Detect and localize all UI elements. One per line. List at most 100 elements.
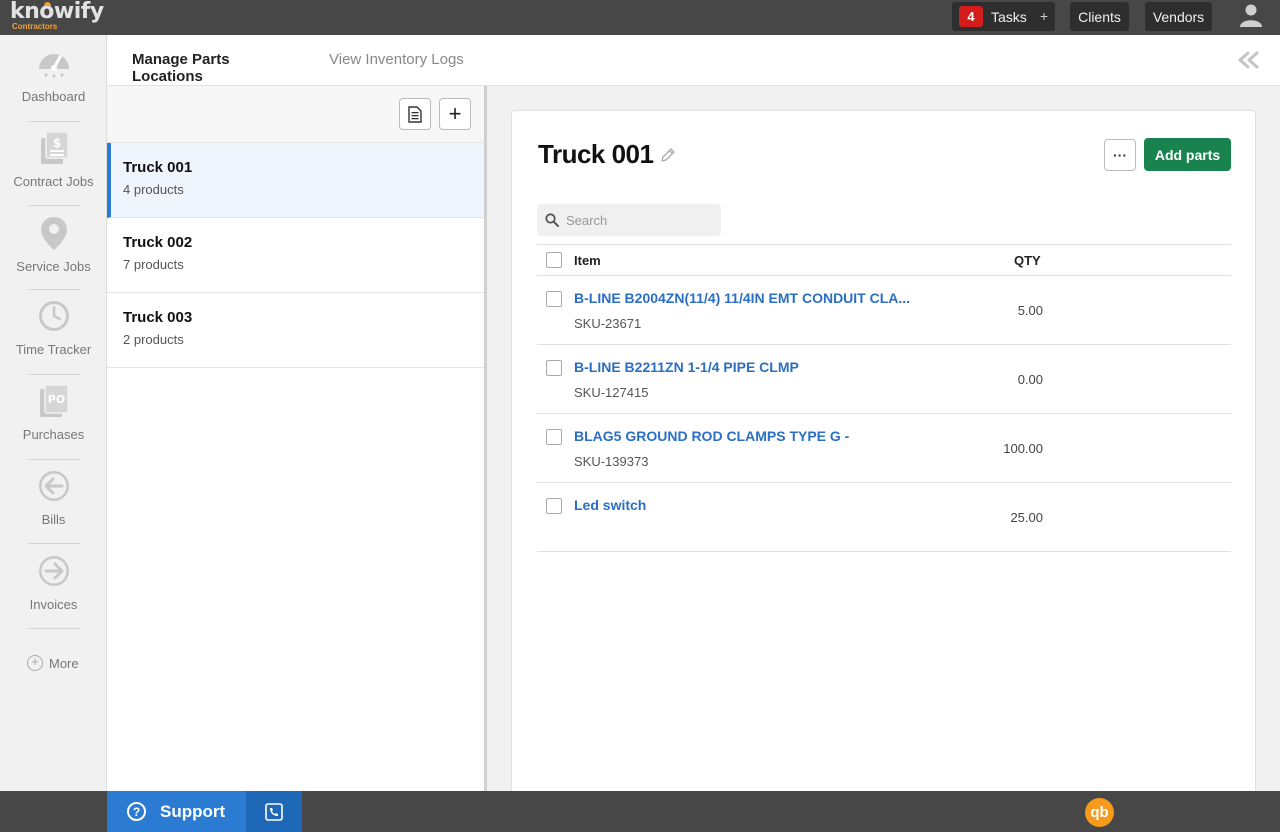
location-item-truck-001[interactable]: Truck 001 4 products — [107, 143, 484, 218]
item-sku: SKU-23671 — [574, 316, 642, 331]
nav-label-dashboard: Dashboard — [21, 89, 86, 104]
nav-label-purchases: Purchases — [22, 427, 85, 442]
nav-more[interactable]: + More — [27, 655, 79, 671]
tasks-button[interactable]: 4 Tasks + — [952, 2, 1055, 31]
table-row: B-LINE B2004ZN(11/4) 11/4IN EMT CONDUIT … — [537, 276, 1231, 345]
location-name: Truck 002 — [123, 234, 193, 251]
user-icon[interactable] — [1239, 3, 1263, 27]
nav-item-dashboard[interactable]: Dashboard — [0, 45, 107, 104]
location-item-truck-003[interactable]: Truck 003 2 products — [107, 293, 484, 368]
location-name: Truck 001 — [123, 159, 193, 176]
item-name-link[interactable]: B-LINE B2004ZN(11/4) 11/4IN EMT CONDUIT … — [574, 290, 910, 306]
phone-button[interactable] — [246, 791, 302, 832]
item-sku: SKU-139373 — [574, 454, 649, 469]
tasks-label: Tasks — [991, 8, 1027, 25]
nav-more-label: More — [49, 655, 79, 671]
support-label: Support — [160, 801, 226, 821]
parts-table: Item QTY B-LINE B2004ZN(11/4) 11/4IN EMT… — [537, 244, 1231, 552]
arrow-left-circle-icon — [38, 471, 69, 501]
add-parts-button[interactable]: Add parts — [1144, 138, 1231, 171]
clients-button[interactable]: Clients — [1070, 2, 1129, 31]
location-name: Truck 003 — [123, 309, 193, 326]
item-name-link[interactable]: BLAG5 GROUND ROD CLAMPS TYPE G - — [574, 428, 849, 444]
dashboard-icon — [38, 54, 69, 78]
item-name-link[interactable]: B-LINE B2211ZN 1-1/4 PIPE CLMP — [574, 359, 799, 375]
phone-icon — [265, 802, 283, 821]
add-location-button[interactable]: + — [439, 98, 471, 130]
nav-label-contract-jobs: Contract Jobs — [13, 174, 94, 189]
row-checkbox[interactable] — [546, 291, 562, 307]
locations-panel: + Truck 001 4 products Truck 002 7 produ… — [107, 86, 487, 791]
nav-item-contract-jobs[interactable]: $ Contract Jobs — [0, 130, 107, 189]
po-icon-text: PO — [47, 393, 64, 406]
nav-divider — [28, 459, 80, 460]
vendors-button[interactable]: Vendors — [1145, 2, 1212, 31]
table-row: BLAG5 GROUND ROD CLAMPS TYPE G - SKU-139… — [537, 414, 1231, 483]
pencil-icon[interactable] — [660, 147, 676, 163]
svg-text:$: $ — [52, 136, 60, 150]
nav-item-time-tracker[interactable]: Time Tracker — [0, 298, 107, 357]
locations-toolbar: + — [107, 86, 484, 143]
location-pin-icon — [40, 217, 67, 250]
export-button[interactable] — [399, 98, 431, 130]
column-header-qty: QTY — [1014, 253, 1041, 268]
item-sku: SKU-127415 — [574, 385, 649, 400]
table-row: Led switch 25.00 — [537, 483, 1231, 552]
po-icon: PO — [39, 384, 69, 417]
nav-label-service-jobs: Service Jobs — [16, 259, 91, 274]
support-button[interactable]: ? Support — [107, 791, 246, 832]
nav-divider — [28, 289, 80, 290]
nav-item-bills[interactable]: Bills — [0, 468, 107, 527]
nav-label-time-tracker: Time Tracker — [15, 342, 92, 357]
add-task-button[interactable]: + — [1040, 8, 1048, 24]
logo-text: knowify — [10, 0, 104, 24]
nav-item-purchases[interactable]: PO Purchases — [0, 383, 107, 442]
double-chevron-left-icon[interactable] — [1236, 51, 1260, 69]
location-detail-area: Truck 001 ··· Add parts Item QTY B-LINE … — [490, 86, 1280, 800]
row-checkbox[interactable] — [546, 498, 562, 514]
column-header-item: Item — [574, 253, 601, 268]
location-product-count: 2 products — [123, 332, 184, 347]
search-box — [537, 204, 721, 236]
question-circle-icon: ? — [127, 802, 146, 821]
clock-icon — [38, 301, 69, 331]
item-qty: 5.00 — [1017, 303, 1043, 318]
item-qty: 0.00 — [1017, 372, 1043, 387]
location-product-count: 7 products — [123, 257, 184, 272]
item-name-link[interactable]: Led switch — [574, 497, 646, 513]
nav-divider — [28, 374, 80, 375]
location-product-count: 4 products — [123, 182, 184, 197]
tasks-count-badge: 4 — [959, 6, 983, 27]
nav-divider — [28, 121, 80, 122]
item-qty: 100.00 — [1003, 441, 1043, 456]
plus-circle-icon: + — [27, 655, 43, 671]
select-all-checkbox[interactable] — [546, 252, 562, 268]
logo-sun-icon — [44, 2, 51, 6]
search-input[interactable] — [566, 212, 716, 228]
tab-view-inventory-logs[interactable]: View Inventory Logs — [329, 51, 464, 68]
knowify-logo[interactable]: knowify Contractors — [10, 1, 104, 31]
item-qty: 25.00 — [1010, 510, 1043, 525]
search-icon — [545, 213, 559, 227]
location-item-truck-002[interactable]: Truck 002 7 products — [107, 218, 484, 293]
left-nav: Dashboard $ Contract Jobs Service Jobs T… — [0, 35, 107, 791]
nav-divider — [28, 205, 80, 206]
nav-label-bills: Bills — [41, 512, 66, 527]
tab-bar: Manage Parts Locations View Inventory Lo… — [107, 35, 1280, 103]
location-title: Truck 001 — [538, 139, 654, 169]
bottom-bar: ? Support qb — [0, 791, 1280, 832]
table-header: Item QTY — [537, 244, 1231, 276]
row-checkbox[interactable] — [546, 429, 562, 445]
logo-subtext: Contractors — [12, 22, 58, 31]
more-options-button[interactable]: ··· — [1104, 139, 1136, 171]
top-bar: knowify Contractors 4 Tasks + Clients Ve… — [0, 0, 1280, 35]
location-detail-card: Truck 001 ··· Add parts Item QTY B-LINE … — [511, 110, 1256, 800]
nav-divider — [28, 543, 80, 544]
row-checkbox[interactable] — [546, 360, 562, 376]
nav-item-invoices[interactable]: Invoices — [0, 553, 107, 612]
table-row: B-LINE B2211ZN 1-1/4 PIPE CLMP SKU-12741… — [537, 345, 1231, 414]
nav-label-invoices: Invoices — [29, 597, 78, 612]
nav-item-service-jobs[interactable]: Service Jobs — [0, 215, 107, 274]
contract-jobs-icon: $ — [40, 131, 69, 164]
quickbooks-logo[interactable]: qb — [1085, 798, 1114, 827]
